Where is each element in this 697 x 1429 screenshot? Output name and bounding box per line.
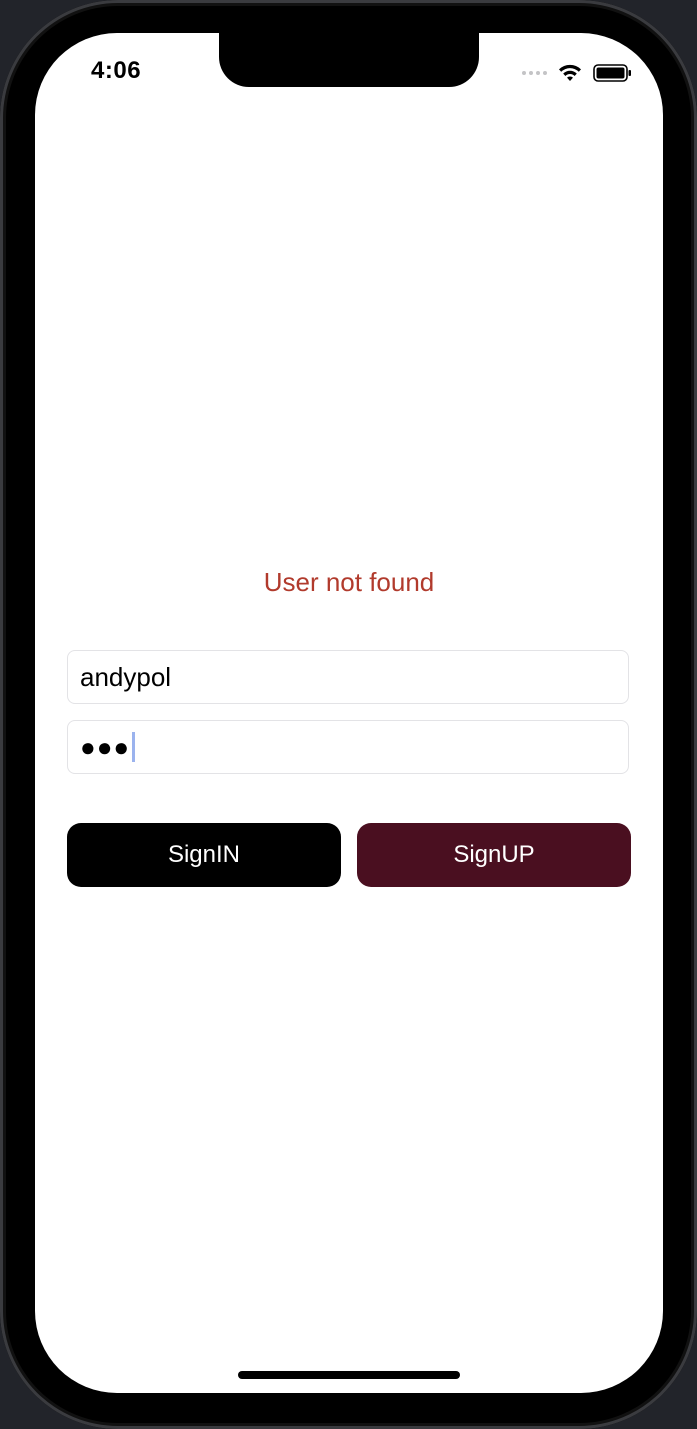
signup-button[interactable]: SignUP — [357, 823, 631, 887]
home-indicator[interactable] — [238, 1371, 460, 1379]
signal-icon — [522, 71, 547, 75]
notch — [219, 33, 479, 87]
password-field[interactable]: ●●● — [67, 720, 629, 774]
wifi-icon — [559, 64, 581, 81]
app-screen: 4:06 User not found andypol ●●● SignIN S… — [35, 33, 663, 1393]
status-icons — [522, 63, 633, 83]
signin-button[interactable]: SignIN — [67, 823, 341, 887]
status-time: 4:06 — [91, 57, 142, 84]
phone-frame: 4:06 User not found andypol ●●● SignIN S… — [0, 0, 697, 1429]
username-value: andypol — [80, 661, 172, 692]
password-mask: ●●● — [80, 732, 131, 762]
battery-icon — [593, 64, 631, 82]
text-caret — [132, 732, 136, 762]
error-message: User not found — [263, 567, 435, 597]
username-field[interactable]: andypol — [67, 650, 629, 704]
